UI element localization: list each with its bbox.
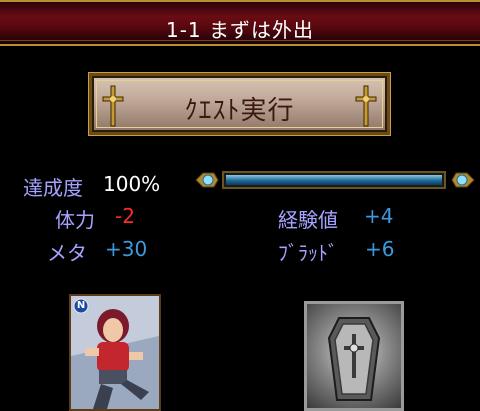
jewel-icon-left [195,172,219,188]
meta-value: +30 [105,237,148,261]
quest-button-label: ｸｴｽﾄ実行 [184,96,295,126]
ornate-cross-icon-right [355,85,377,127]
gauge-track [222,171,446,189]
stamina-value: -2 [115,204,135,228]
exp-label: 経験値 [278,208,338,232]
achievement-label: 達成度 [23,176,83,200]
reward-card[interactable]: N [69,294,161,411]
achievement-value: 100% [103,172,161,196]
header-bar: 1-1 まずは外出 [0,0,480,46]
gauge-fill [226,175,442,185]
blood-label: ﾌﾞﾗｯﾄﾞ [278,241,338,265]
stamina-label: 体力 [55,208,95,232]
meta-label: メタ [47,241,87,265]
quest-start-button[interactable]: ｸｴｽﾄ実行 [89,73,390,135]
coffin-icon [327,317,381,401]
blood-value: +6 [365,237,395,261]
jewel-icon-right [451,172,475,188]
exp-value: +4 [364,204,394,228]
reward-item-coffin[interactable] [304,301,404,411]
page-title: 1-1 まずは外出 [165,18,315,42]
rarity-badge-label: N [76,300,86,311]
achievement-gauge [194,168,478,192]
